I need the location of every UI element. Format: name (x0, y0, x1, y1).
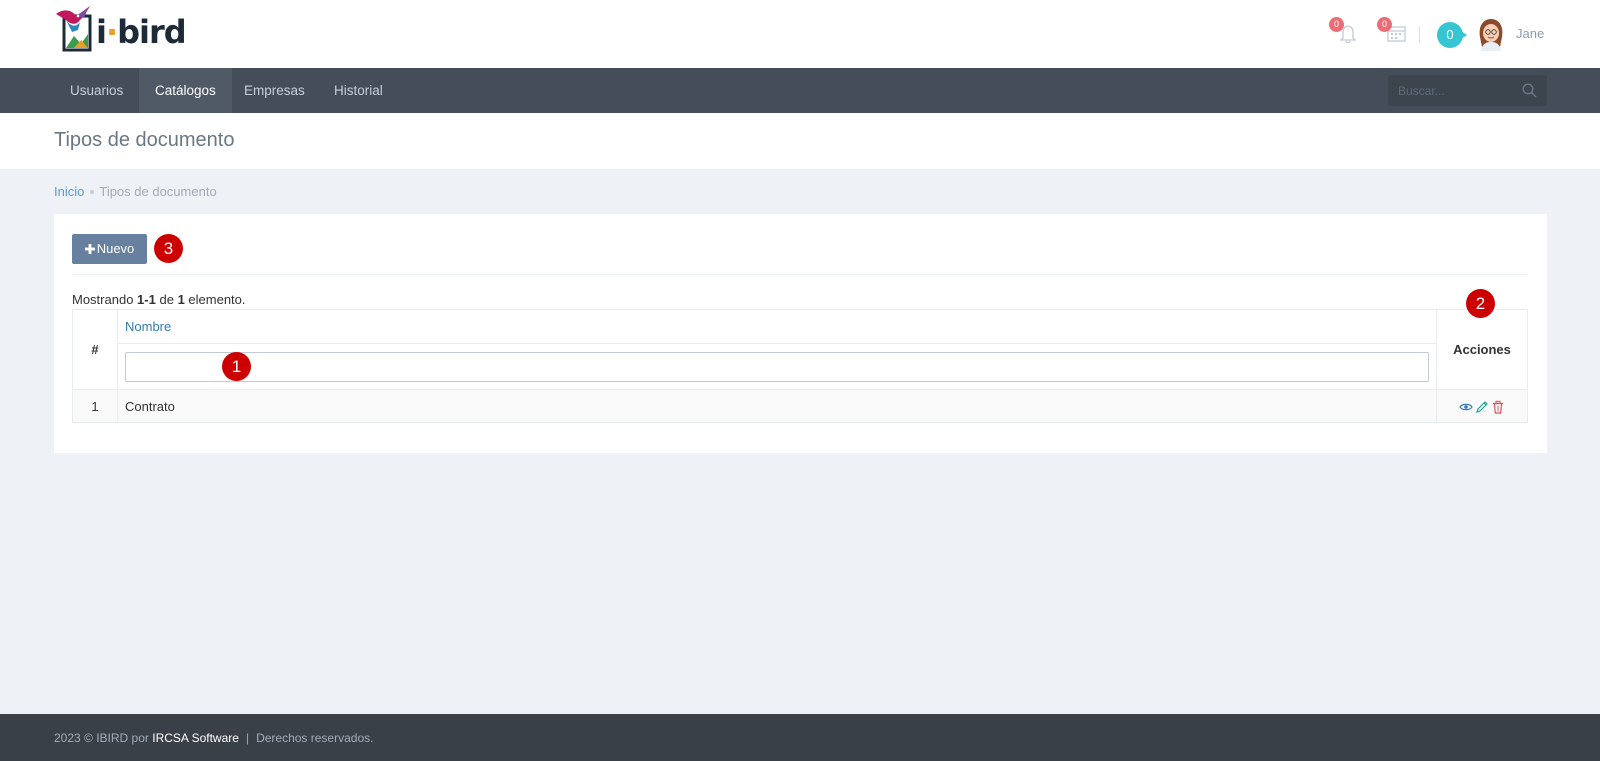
view-eye-icon[interactable] (1459, 400, 1473, 414)
page-head: Tipos de documento (0, 113, 1600, 169)
summary-suffix: elemento. (188, 292, 246, 307)
nav-item-empresas[interactable]: Empresas (228, 68, 321, 113)
column-header-number: # (72, 309, 118, 390)
search-box (1388, 75, 1547, 106)
avatar[interactable] (1476, 17, 1506, 51)
main-navbar: Usuarios Catálogos Empresas Historial (0, 68, 1600, 113)
content-portlet: Nuevo 3 Mostrando 1-1 de 1 elemento. # N… (54, 214, 1547, 453)
breadcrumb-current: Tipos de documento (99, 184, 217, 199)
summary-prefix: Mostrando (72, 292, 134, 307)
filter-cell (117, 343, 1437, 390)
toolbar-divider (72, 274, 1528, 275)
search-input[interactable] (1388, 75, 1518, 106)
page-title: Tipos de documento (54, 129, 235, 151)
footer-separator: | (245, 731, 250, 745)
ibird-logo[interactable]: i·bird (54, 4, 187, 54)
document-types-table: # Nombre Acciones 1 Contrato (72, 309, 1528, 423)
nav-item-catalogos[interactable]: Catálogos (139, 68, 232, 113)
row-number: 1 (72, 389, 118, 423)
summary-range: 1-1 (137, 292, 156, 307)
row-actions (1436, 389, 1528, 423)
user-name[interactable]: Jane (1516, 26, 1544, 41)
nombre-filter-input[interactable] (125, 351, 1429, 382)
results-summary: Mostrando 1-1 de 1 elemento. (72, 292, 246, 307)
table-row: 1 Contrato (72, 389, 1528, 423)
search-icon[interactable] (1522, 83, 1537, 98)
header-divider (1419, 26, 1420, 42)
annotation-marker-2: 2 (1466, 289, 1495, 318)
footer-company-link[interactable]: IRCSA Software (152, 731, 239, 745)
delete-trash-icon[interactable] (1491, 400, 1505, 414)
summary-total: 1 (177, 292, 185, 307)
footer-rights: Derechos reservados. (256, 731, 374, 745)
annotation-marker-3: 3 (154, 234, 183, 263)
summary-middle: de (159, 292, 174, 307)
plus-icon (84, 244, 95, 254)
edit-pencil-icon[interactable] (1475, 400, 1489, 414)
logo-text: i·bird (96, 13, 187, 51)
notifications-button[interactable]: 0 (1329, 17, 1361, 46)
calendar-badge: 0 (1377, 17, 1392, 32)
row-name: Contrato (117, 389, 1437, 423)
column-header-acciones: Acciones (1436, 309, 1528, 390)
top-header: i·bird 0 0 0 Jane (0, 0, 1600, 68)
page-footer: 2023 © IBIRD por IRCSA Software | Derechos… (0, 714, 1600, 761)
breadcrumb: Inicio Tipos de documento (54, 184, 217, 199)
new-button-label: Nuevo (96, 241, 135, 256)
nav-item-usuarios[interactable]: Usuarios (54, 68, 139, 113)
calendar-button[interactable]: 0 (1377, 17, 1409, 46)
annotation-marker-1: 1 (222, 352, 251, 381)
nav-item-historial[interactable]: Historial (318, 68, 399, 113)
footer-text: 2023 © IBIRD por IRCSA Software | Derechos… (54, 731, 373, 745)
notifications-badge: 0 (1329, 17, 1344, 32)
footer-copyright: 2023 © IBIRD por (54, 731, 149, 745)
messages-counter[interactable]: 0 (1437, 22, 1467, 48)
breadcrumb-separator (90, 190, 95, 194)
breadcrumb-home-link[interactable]: Inicio (54, 184, 84, 199)
column-header-nombre[interactable]: Nombre (117, 309, 1437, 344)
hummingbird-logo-icon (54, 4, 98, 54)
new-button[interactable]: Nuevo (72, 234, 147, 264)
